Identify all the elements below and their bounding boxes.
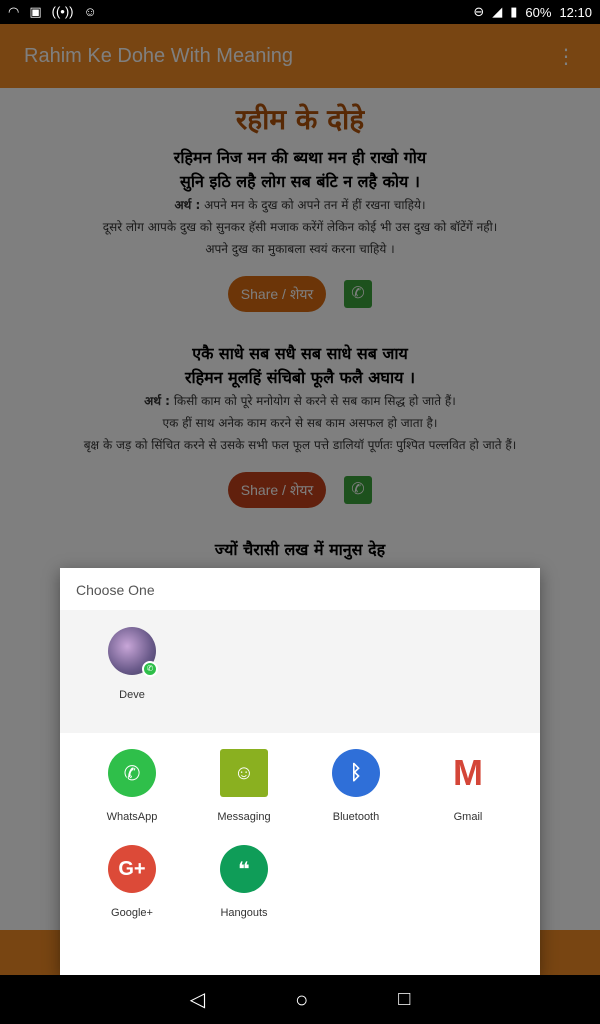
clock: 12:10: [559, 4, 592, 20]
contact-name: Deve: [119, 689, 145, 701]
dialog-title: Choose One: [76, 582, 155, 598]
messaging-icon: ☺: [220, 749, 268, 797]
dnd-icon: ⊖: [473, 4, 485, 19]
app-grid: ✆ WhatsApp ☺ Messaging ᛒ Bluetooth M Gmail G…: [60, 733, 540, 919]
app-label: Google+: [111, 907, 153, 919]
image-icon: ▣: [29, 4, 42, 19]
app-label: WhatsApp: [106, 811, 158, 823]
battery-icon: ▮: [510, 4, 518, 19]
app-google-plus[interactable]: G+ Google+: [76, 845, 188, 919]
back-icon[interactable]: ◁: [190, 987, 205, 1012]
app-gmail[interactable]: M Gmail: [412, 749, 524, 823]
home-icon[interactable]: ○: [295, 987, 308, 1013]
share-chooser-dialog: Choose One ✆ Deve ✆ WhatsApp ☺ Messaging ᛒ…: [60, 568, 540, 975]
direct-share-row: ✆ Deve: [60, 610, 540, 733]
bluetooth-icon: ᛒ: [332, 749, 380, 797]
signal-icon: ◢: [492, 4, 503, 19]
notification-icon: ☺: [83, 4, 97, 19]
direct-share-contact[interactable]: ✆ Deve: [108, 627, 158, 701]
hangouts-icon: ❝: [220, 845, 268, 893]
gmail-icon: M: [453, 752, 483, 793]
recents-icon[interactable]: □: [398, 988, 410, 1011]
status-bar: ◠ ▣ ((•)) ☺ ⊖ ◢ ▮ 60% 12:10: [0, 0, 600, 24]
app-whatsapp[interactable]: ✆ WhatsApp: [76, 749, 188, 823]
navigation-bar: ◁ ○ □: [0, 975, 600, 1024]
app-hangouts[interactable]: ❝ Hangouts: [188, 845, 300, 919]
app-label: Bluetooth: [332, 811, 380, 823]
app-label: Hangouts: [220, 907, 268, 919]
app-messaging[interactable]: ☺ Messaging: [188, 749, 300, 823]
hotspot-icon: ((•)): [51, 4, 74, 19]
app-label: Gmail: [453, 811, 483, 823]
avatar: ✆: [108, 627, 158, 677]
google-plus-icon: G+: [108, 845, 156, 893]
whatsapp-icon: ✆: [108, 749, 156, 797]
wifi-icon: ◠: [8, 4, 20, 19]
app-bluetooth[interactable]: ᛒ Bluetooth: [300, 749, 412, 823]
whatsapp-badge-icon: ✆: [142, 661, 158, 677]
battery-level: 60%: [525, 4, 552, 20]
app-label: Messaging: [217, 811, 271, 823]
